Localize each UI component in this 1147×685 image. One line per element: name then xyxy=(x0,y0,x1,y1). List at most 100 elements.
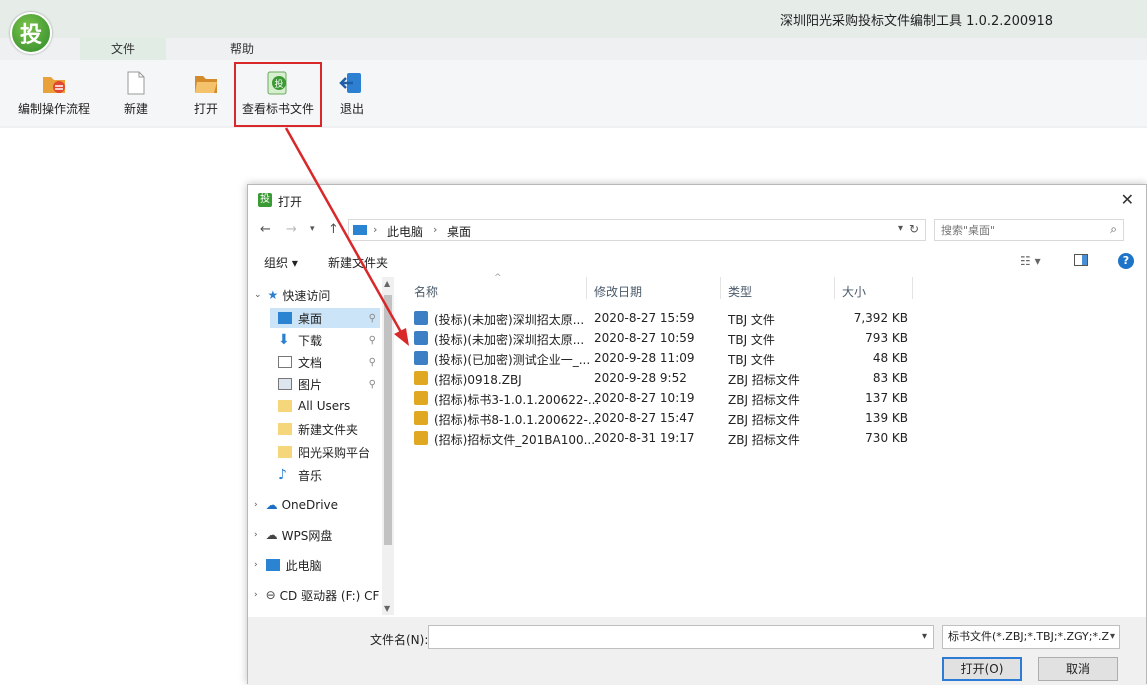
file-size: 793 KB xyxy=(865,331,908,345)
new-button[interactable]: 新建 xyxy=(116,70,156,117)
scroll-down-icon[interactable]: ▼ xyxy=(384,604,390,613)
star-icon: ★ xyxy=(267,288,279,302)
breadcrumb-this-pc[interactable]: 此电脑 xyxy=(387,223,423,240)
file-date: 2020-8-27 15:47 xyxy=(594,411,695,425)
file-size: 730 KB xyxy=(865,431,908,445)
filename-input[interactable]: ▾ xyxy=(428,625,934,649)
breadcrumb-desktop[interactable]: 桌面 xyxy=(447,223,471,240)
process-guide-label: 编制操作流程 xyxy=(18,102,91,116)
nav-this-pc-label: 此电脑 xyxy=(285,558,322,573)
chevron-down-icon[interactable]: ▾ xyxy=(922,631,927,642)
file-size: 48 KB xyxy=(872,351,908,365)
pin-icon: ⚲ xyxy=(368,378,376,390)
open-folder-icon xyxy=(193,70,219,96)
nav-item-pictures[interactable]: 图片 ⚲ xyxy=(270,374,380,394)
music-note-icon: ♪ xyxy=(278,467,287,483)
pin-icon: ⚲ xyxy=(368,356,376,368)
menu-file[interactable]: 文件 xyxy=(80,38,166,60)
file-row[interactable]: (投标)(未加密)深圳招太原... 2020-8-27 15:59 TBJ 文件… xyxy=(414,309,914,328)
nav-wps[interactable]: › ☁ WPS网盘 xyxy=(254,525,380,545)
zbj-file-icon xyxy=(414,411,428,425)
column-date[interactable]: 修改日期 xyxy=(594,283,642,300)
organize-menu[interactable]: 组织 ▾ xyxy=(264,254,298,271)
file-type: ZBJ 招标文件 xyxy=(728,393,800,407)
pin-icon: ⚲ xyxy=(368,334,376,346)
picture-icon xyxy=(278,378,292,390)
file-date: 2020-8-27 10:59 xyxy=(594,331,695,345)
nav-quick-access[interactable]: ⌄ ★ 快速访问 xyxy=(254,285,380,305)
file-name: (投标)(未加密)深圳招太原... xyxy=(434,333,585,347)
column-type[interactable]: 类型 xyxy=(728,283,752,300)
folder-icon xyxy=(278,400,292,412)
refresh-icon[interactable]: ↻ xyxy=(909,222,919,236)
zbj-file-icon xyxy=(414,431,428,445)
file-row[interactable]: (招标)标书8-1.0.1.200622-... 2020-8-27 15:47… xyxy=(414,409,914,428)
close-icon[interactable]: ✕ xyxy=(1121,190,1134,209)
computer-icon xyxy=(353,225,367,235)
back-arrow-icon[interactable]: ← xyxy=(260,222,271,237)
nav-item-desktop[interactable]: 桌面 ⚲ xyxy=(270,308,380,328)
column-size[interactable]: 大小 xyxy=(842,283,866,300)
chevron-down-icon[interactable]: ▾ xyxy=(1110,626,1115,648)
file-type: TBJ 文件 xyxy=(728,333,775,347)
file-row[interactable]: (招标)标书3-1.0.1.200622-... 2020-8-27 10:19… xyxy=(414,389,914,408)
open-file-dialog: 投 打开 ✕ ← → ▾ ↑ › 此电脑 › 桌面 ▾ ↻ ⌕ 组织 ▾ 新建文… xyxy=(247,184,1147,685)
process-guide-button[interactable]: 编制操作流程 xyxy=(18,70,90,117)
file-row[interactable]: (招标)0918.ZBJ 2020-9-28 9:52 ZBJ 招标文件 83 … xyxy=(414,369,914,388)
open-button[interactable]: 打开 xyxy=(186,70,226,117)
scroll-up-icon[interactable]: ▲ xyxy=(384,279,390,288)
nav-item-new-folder[interactable]: 新建文件夹 xyxy=(270,419,380,439)
menu-help[interactable]: 帮助 xyxy=(220,38,264,60)
new-folder-button[interactable]: 新建文件夹 xyxy=(328,254,388,271)
column-name[interactable]: 名称 xyxy=(414,283,438,300)
file-type: TBJ 文件 xyxy=(728,353,775,367)
file-type-filter[interactable]: 标书文件(*.ZBJ;*.TBJ;*.ZGY;*.Z ▾ xyxy=(942,625,1120,649)
nav-cd-label: CD 驱动器 (F:) CF xyxy=(279,588,380,603)
view-options-icon[interactable]: ☷ ▾ xyxy=(1020,254,1041,268)
zbj-file-icon xyxy=(414,391,428,405)
file-size: 139 KB xyxy=(865,411,908,425)
file-row[interactable]: (招标)招标文件_201BA100... 2020-8-31 19:17 ZBJ… xyxy=(414,429,914,448)
help-icon[interactable]: ? xyxy=(1118,253,1134,269)
address-dropdown-icon[interactable]: ▾ xyxy=(898,223,903,234)
dialog-title: 打开 xyxy=(278,195,303,209)
file-row[interactable]: (投标)(未加密)深圳招太原... 2020-8-27 10:59 TBJ 文件… xyxy=(414,329,914,348)
nav-item-label: 桌面 xyxy=(298,311,323,326)
nav-item-music[interactable]: ♪ 音乐 xyxy=(270,465,380,485)
file-list: ^ 名称 修改日期 类型 大小 (投标)(未加密)深圳招太原... 2020-8… xyxy=(404,273,1147,617)
dialog-footer: 文件名(N): ▾ 标书文件(*.ZBJ;*.TBJ;*.ZGY;*.Z ▾ 打… xyxy=(248,617,1146,685)
file-row[interactable]: (投标)(已加密)测试企业一_... 2020-9-28 11:09 TBJ 文… xyxy=(414,349,914,368)
file-size: 137 KB xyxy=(865,391,908,405)
file-name: (投标)(未加密)深圳招太原... xyxy=(434,313,585,327)
cancel-button[interactable]: 取消 xyxy=(1038,657,1118,681)
nav-item-label: 图片 xyxy=(298,377,323,392)
forward-arrow-icon[interactable]: → xyxy=(286,222,297,237)
preview-pane-icon[interactable] xyxy=(1074,254,1088,269)
disc-icon: ⊖ xyxy=(265,588,276,602)
nav-item-documents[interactable]: 文档 ⚲ xyxy=(270,352,380,372)
open-label: 打开 xyxy=(193,102,218,116)
address-bar[interactable]: › 此电脑 › 桌面 ▾ ↻ xyxy=(348,219,926,241)
recent-dropdown-icon[interactable]: ▾ xyxy=(310,224,315,234)
up-arrow-icon[interactable]: ↑ xyxy=(328,222,339,237)
nav-item-all-users[interactable]: All Users xyxy=(270,396,380,416)
search-input[interactable] xyxy=(941,222,1091,238)
open-file-button[interactable]: 打开(O) xyxy=(942,657,1022,681)
nav-cd-drive[interactable]: › ⊖ CD 驱动器 (F:) CF xyxy=(254,585,384,605)
highlight-box xyxy=(234,62,322,127)
nav-item-sunshine-platform[interactable]: 阳光采购平台 xyxy=(270,442,380,462)
search-box[interactable]: ⌕ xyxy=(934,219,1124,241)
nav-onedrive[interactable]: › ☁ OneDrive xyxy=(254,495,380,515)
nav-scrollbar[interactable]: ▲ ▼ xyxy=(382,277,394,615)
exit-button[interactable]: 退出 xyxy=(332,70,372,117)
dialog-title-bar: 投 打开 ✕ xyxy=(248,185,1146,215)
navigation-pane: ⌄ ★ 快速访问 桌面 ⚲ ⬇ 下载 ⚲ 文档 ⚲ 图片 ⚲ All Users xyxy=(248,277,396,617)
download-icon: ⬇ xyxy=(278,332,290,348)
scroll-thumb[interactable] xyxy=(384,295,392,545)
nav-this-pc[interactable]: › 此电脑 xyxy=(254,555,380,575)
file-name: (招标)标书3-1.0.1.200622-... xyxy=(434,393,600,407)
nav-item-downloads[interactable]: ⬇ 下载 ⚲ xyxy=(270,330,380,350)
app-title: 深圳阳光采购投标文件编制工具 1.0.2.200918 xyxy=(780,14,1053,29)
nav-item-label: All Users xyxy=(298,399,351,413)
desktop-icon xyxy=(278,312,292,324)
